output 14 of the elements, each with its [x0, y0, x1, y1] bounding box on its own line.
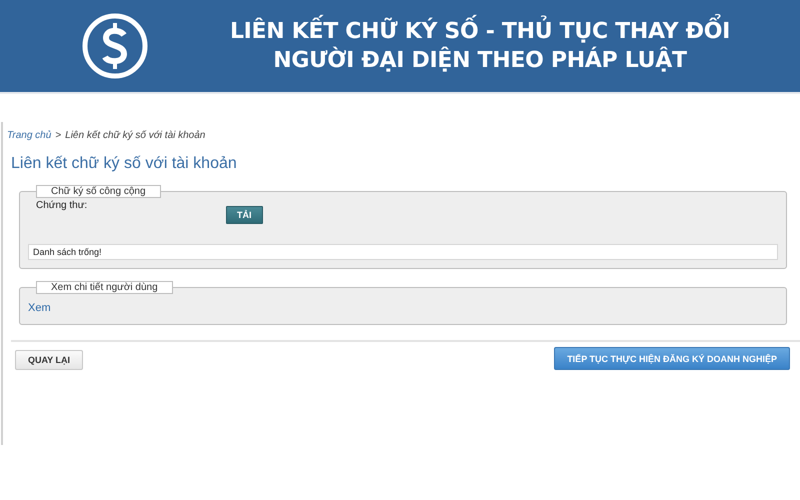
- breadcrumb-link[interactable]: Trang chủ: [7, 130, 52, 141]
- breadcrumb-current: Liên kết chữ ký số với tài khoản: [65, 130, 206, 141]
- page-heading: Liên kết chữ ký số với tài khoản: [11, 155, 238, 173]
- load-button[interactable]: TẢI: [226, 206, 262, 224]
- certificate-label: Chứng thư:: [36, 200, 88, 211]
- view-link[interactable]: Xem: [28, 302, 51, 314]
- breadcrumb-separator: >: [55, 130, 62, 141]
- panel-legend: Xem chi tiết người dùng: [36, 281, 173, 294]
- panel-legend: Chữ ký số công cộng: [36, 185, 161, 198]
- banner-title: NGƯỜI ĐẠI DIỆN THEO PHÁP LUẬT: [273, 46, 687, 75]
- back-button[interactable]: QUAY LẠI: [15, 350, 84, 370]
- certificate-list: Danh sách trống!: [28, 244, 778, 260]
- continue-button[interactable]: TIẾP TỤC THỰC HIỆN ĐĂNG KÝ DOANH NGHIỆP: [554, 347, 790, 370]
- coin-icon: [80, 11, 150, 81]
